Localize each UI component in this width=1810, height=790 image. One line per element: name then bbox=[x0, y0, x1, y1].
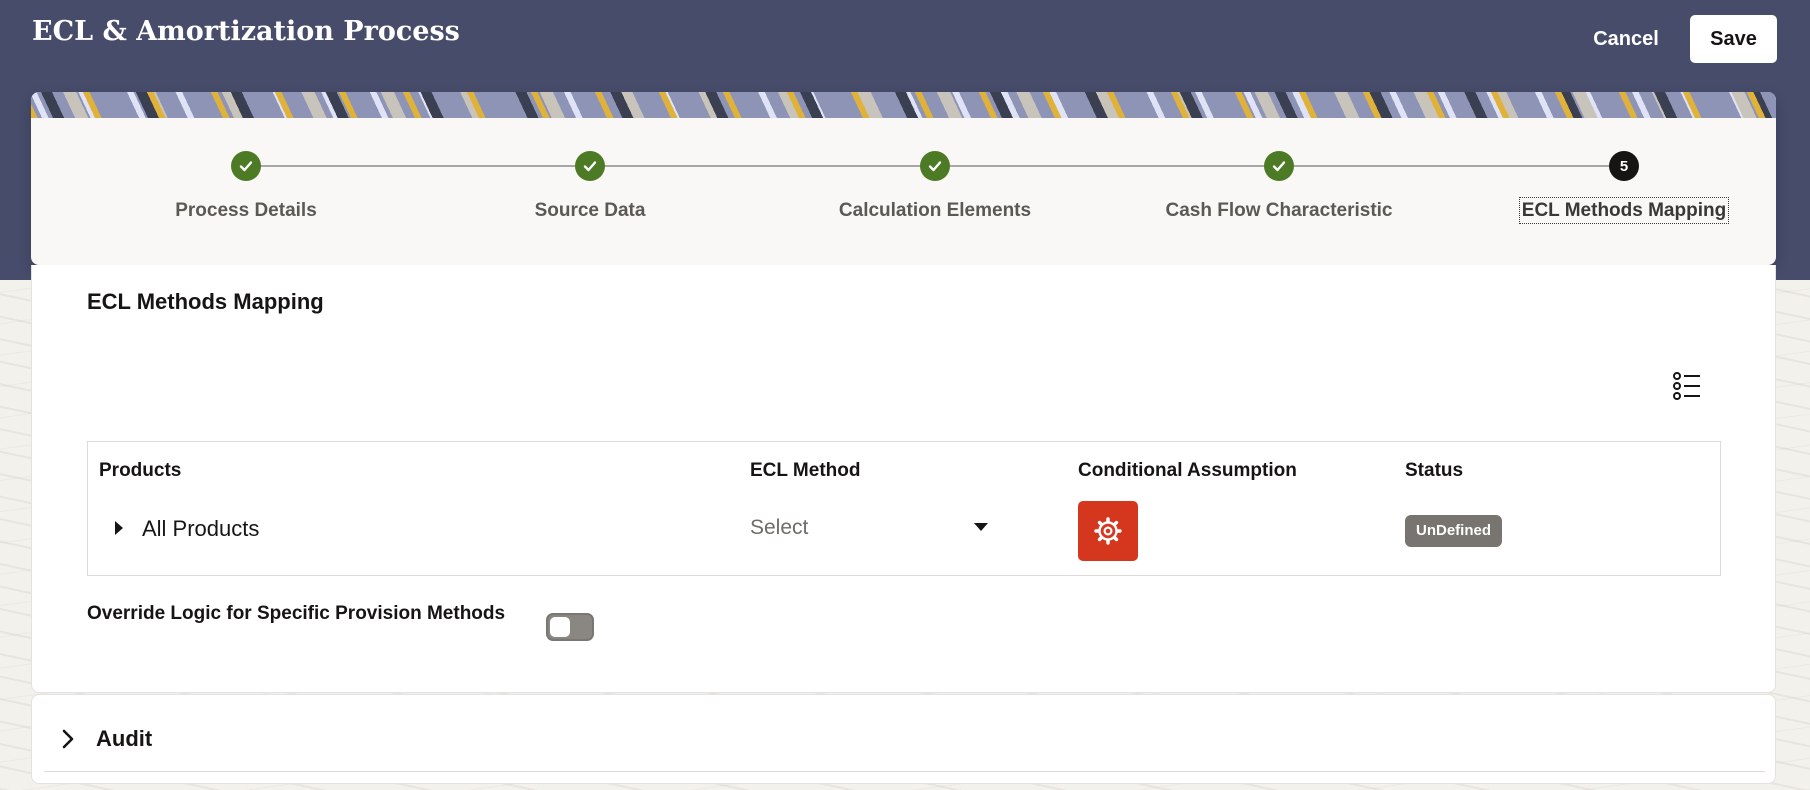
step-complete-circle bbox=[575, 151, 605, 181]
check-icon bbox=[928, 161, 942, 172]
audit-panel: Audit bbox=[31, 694, 1776, 784]
step-complete-circle bbox=[1264, 151, 1294, 181]
process-train-card: Process Details Source Data Calculation … bbox=[31, 92, 1776, 265]
save-button[interactable]: Save bbox=[1690, 15, 1777, 63]
check-icon bbox=[1272, 161, 1286, 172]
override-logic-switch[interactable] bbox=[546, 613, 594, 641]
switch-knob bbox=[550, 617, 570, 637]
ecl-methods-mapping-panel: ECL Methods Mapping Products ECL Method … bbox=[31, 265, 1776, 693]
column-header-conditional-assumption: Conditional Assumption bbox=[1078, 460, 1297, 481]
select-value: Select bbox=[750, 516, 809, 539]
gear-icon bbox=[1094, 517, 1122, 545]
audit-expand-toggle[interactable]: Audit bbox=[62, 723, 152, 755]
column-header-status: Status bbox=[1405, 460, 1464, 481]
check-icon bbox=[583, 161, 597, 172]
row-expand-toggle[interactable] bbox=[112, 518, 126, 538]
section-title: ECL Methods Mapping bbox=[87, 289, 324, 314]
step-complete-circle bbox=[920, 151, 950, 181]
page-title: ECL & Amortization Process bbox=[32, 16, 460, 47]
override-logic-label: Override Logic for Specific Provision Me… bbox=[87, 603, 506, 624]
audit-title: Audit bbox=[96, 726, 153, 751]
process-train: Process Details Source Data Calculation … bbox=[31, 118, 1776, 265]
list-view-button[interactable] bbox=[1669, 368, 1705, 404]
chevron-down-icon bbox=[974, 523, 988, 531]
divider bbox=[44, 771, 1765, 772]
ecl-method-select[interactable]: Select bbox=[740, 504, 1030, 552]
step-label: Cash Flow Characteristic bbox=[1165, 200, 1393, 221]
chevron-right-icon bbox=[62, 729, 74, 749]
cancel-button[interactable]: Cancel bbox=[1580, 15, 1672, 63]
mapping-table: Products ECL Method Conditional Assumpti… bbox=[87, 441, 1721, 576]
status-badge: UnDefined bbox=[1405, 515, 1502, 547]
column-header-products: Products bbox=[99, 460, 182, 481]
step-number-circle: 5 bbox=[1609, 151, 1639, 181]
column-header-ecl-method: ECL Method bbox=[750, 460, 861, 481]
caret-right-icon bbox=[115, 521, 123, 535]
product-name: All Products bbox=[142, 516, 260, 541]
conditional-assumption-button[interactable] bbox=[1078, 501, 1138, 561]
step-label-current: ECL Methods Mapping bbox=[1474, 197, 1774, 224]
decorative-banner bbox=[31, 92, 1776, 118]
step-complete-circle bbox=[231, 151, 261, 181]
step-label: Source Data bbox=[534, 200, 646, 221]
list-icon bbox=[1673, 372, 1700, 400]
check-icon bbox=[239, 161, 253, 172]
step-label: Calculation Elements bbox=[838, 200, 1032, 221]
step-label: ECL Methods Mapping bbox=[1518, 197, 1730, 224]
step-label: Process Details bbox=[175, 200, 317, 221]
